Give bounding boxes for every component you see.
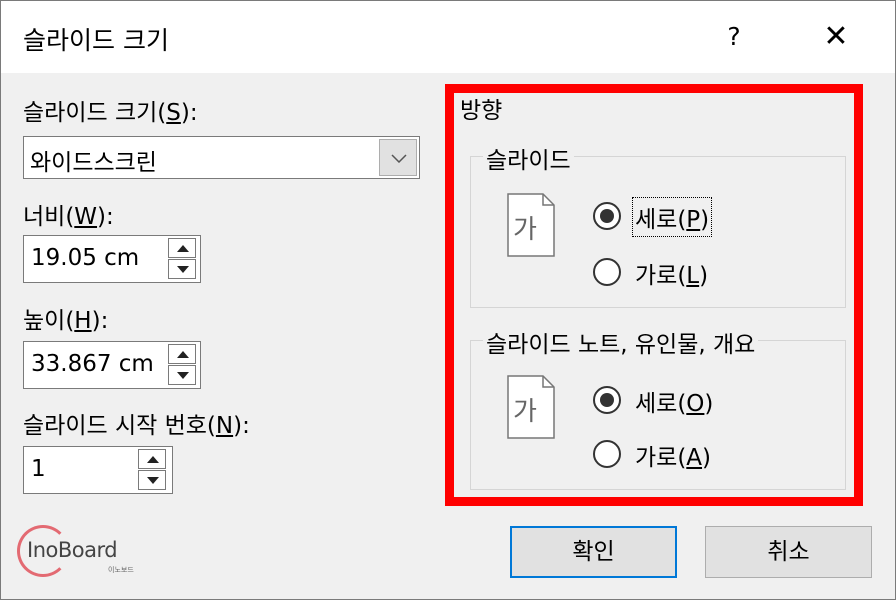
start-number-increase-button[interactable] [138, 449, 166, 469]
height-decrease-button[interactable] [168, 365, 196, 385]
dialog-title: 슬라이드 크기 [23, 26, 169, 55]
triangle-down-icon [177, 266, 189, 273]
ok-button[interactable]: 확인 [510, 526, 677, 578]
width-increase-button[interactable] [168, 238, 196, 258]
start-number-stepper[interactable]: 1 [23, 446, 173, 494]
height-increase-button[interactable] [168, 344, 196, 364]
help-button[interactable]: ? [706, 9, 762, 65]
height-value: 33.867 cm [31, 351, 154, 377]
triangle-up-icon [147, 456, 159, 463]
highlight-frame [445, 84, 863, 506]
triangle-down-icon [177, 372, 189, 379]
triangle-down-icon [147, 477, 159, 484]
width-stepper[interactable]: 19.05 cm [23, 235, 201, 283]
dropdown-button[interactable] [379, 139, 417, 176]
slide-size-label: 슬라이드 크기(S): [23, 100, 198, 126]
start-number-decrease-button[interactable] [138, 470, 166, 490]
slide-size-dialog: 슬라이드 크기 ? ✕ 슬라이드 크기(S): 와이드스크린 너비(W): 19… [0, 0, 896, 600]
close-button[interactable]: ✕ [806, 9, 866, 65]
logo-text: InoBoard [27, 538, 118, 562]
title-bar: 슬라이드 크기 ? ✕ [1, 1, 895, 73]
logo-subtext: 이노보드 [108, 566, 134, 574]
slide-size-select[interactable]: 와이드스크린 [23, 136, 420, 179]
width-label: 너비(W): [23, 204, 114, 230]
inoboard-logo: InoBoard 이노보드 [13, 521, 143, 581]
triangle-up-icon [177, 351, 189, 358]
chevron-down-icon [391, 154, 407, 163]
width-value: 19.05 cm [31, 245, 140, 271]
width-decrease-button[interactable] [168, 259, 196, 279]
slide-size-value: 와이드스크린 [30, 150, 157, 176]
start-number-value: 1 [31, 456, 46, 482]
triangle-up-icon [177, 245, 189, 252]
height-label: 높이(H): [23, 308, 109, 334]
height-stepper[interactable]: 33.867 cm [23, 341, 201, 389]
start-number-label: 슬라이드 시작 번호(N): [23, 413, 250, 439]
cancel-button[interactable]: 취소 [705, 526, 872, 578]
